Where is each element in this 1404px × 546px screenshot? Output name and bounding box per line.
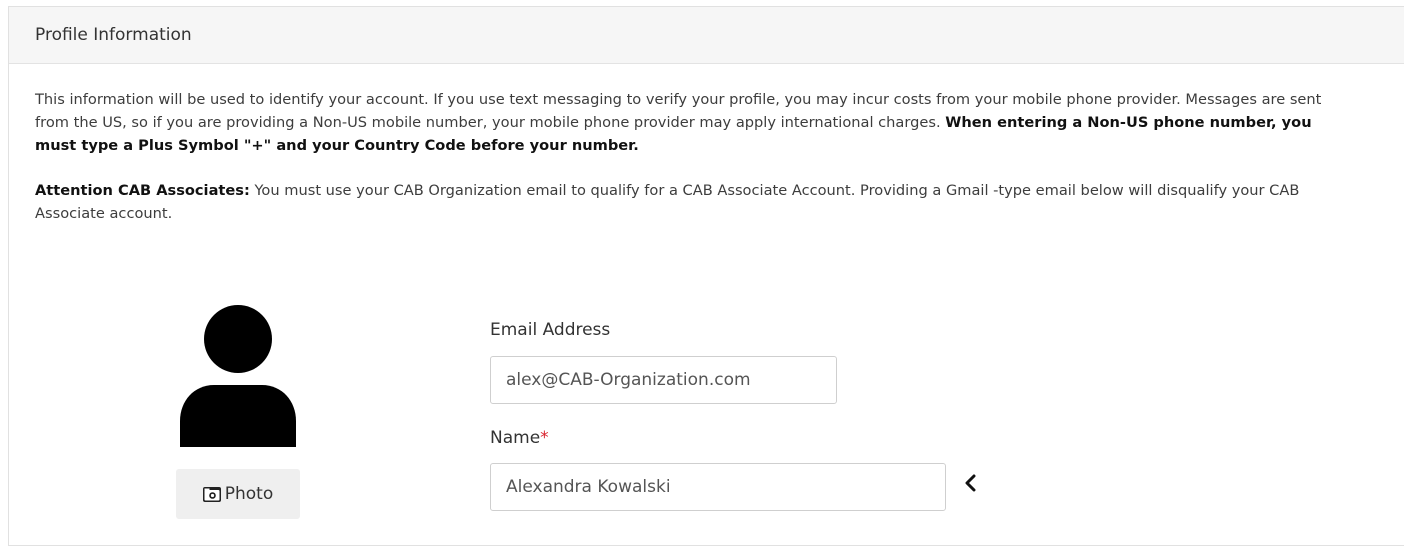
panel-body: This information will be used to identif…: [9, 64, 1404, 225]
panel-heading: Profile Information: [9, 7, 1404, 64]
intro-paragraph: This information will be used to identif…: [35, 88, 1337, 157]
email-label: Email Address: [490, 320, 611, 340]
name-label-text: Name: [490, 428, 541, 448]
attention-label: Attention CAB Associates:: [35, 182, 250, 199]
chevron-left-icon[interactable]: [964, 474, 978, 492]
required-marker: *: [540, 428, 549, 448]
panel-title: Profile Information: [35, 25, 192, 45]
attention-paragraph: Attention CAB Associates: You must use y…: [35, 179, 1337, 225]
photo-button[interactable]: Photo: [176, 469, 300, 519]
camera-icon: [202, 486, 221, 502]
user-silhouette-icon: [180, 305, 296, 447]
name-label: Name*: [490, 428, 549, 448]
photo-button-label: Photo: [224, 484, 274, 504]
name-field[interactable]: [490, 463, 946, 511]
email-field[interactable]: [490, 356, 837, 404]
